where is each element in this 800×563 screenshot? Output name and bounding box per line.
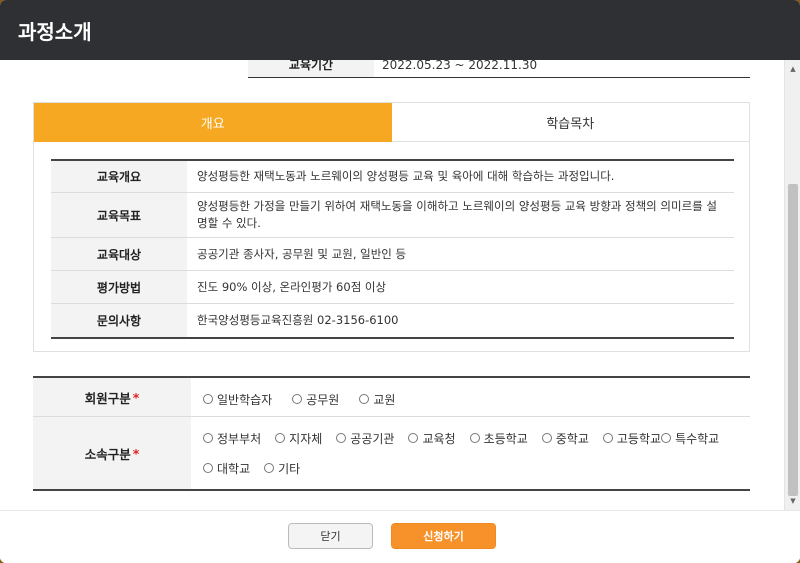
radio-civil-servant[interactable]: 공무원	[292, 388, 339, 410]
scroll-up-icon[interactable]: ▲	[785, 62, 800, 76]
close-button[interactable]: 닫기	[288, 523, 373, 549]
radio-circle-icon[interactable]	[203, 433, 213, 443]
radio-circle-icon[interactable]	[203, 394, 213, 404]
course-tabs-panel: 개요 학습목차 교육개요 양성평등한 재택노동과 노르웨이의 양성평등 교육 및…	[33, 102, 750, 352]
radio-circle-icon[interactable]	[661, 433, 672, 443]
radio-circle-icon[interactable]	[408, 433, 419, 443]
affiliation-options: 정부부처 지자체 공공기관 교육청 초등학교 중학교 고등학교 특수학교 대학교…	[191, 417, 750, 489]
radio-other[interactable]: 기타	[264, 457, 300, 479]
radio-education-office[interactable]: 교육청	[408, 427, 456, 449]
info-label: 교육목표	[51, 193, 187, 237]
required-mark: *	[132, 389, 140, 405]
info-value: 한국양성평등교육진흥원 02-3156-6100	[197, 313, 399, 327]
member-type-label: 회원구분 *	[33, 378, 191, 416]
affiliation-row: 소속구분 * 정부부처 지자체 공공기관 교육청 초등학교 중학교 고등학교 특수…	[33, 417, 750, 489]
scrollbar-thumb[interactable]	[788, 184, 798, 496]
radio-ministry[interactable]: 정부부처	[203, 427, 261, 449]
tab-bar: 개요 학습목차	[34, 103, 749, 142]
radio-elementary-school[interactable]: 초등학교	[469, 427, 528, 449]
info-value: 공공기관 종사자, 공무원 및 교원, 일반인 등	[197, 246, 407, 261]
info-label: 교육개요	[51, 161, 187, 192]
radio-teacher[interactable]: 교원	[359, 388, 395, 410]
radio-circle-icon[interactable]	[602, 433, 613, 443]
course-info-table: 교육개요 양성평등한 재택노동과 노르웨이의 양성평등 교육 및 육아에 대해 …	[51, 159, 734, 339]
period-label: 교육기간	[248, 60, 374, 77]
member-type-options: 일반학습자 공무원 교원	[191, 378, 750, 416]
application-form: 회원구분 * 일반학습자 공무원 교원 소속구분 * 정부부처 지자체 공공기관 교…	[33, 376, 750, 491]
info-row-contact: 문의사항 한국양성평등교육진흥원 02-3156-6100	[51, 304, 734, 337]
radio-public-institution[interactable]: 공공기관	[336, 427, 394, 449]
radio-high-school[interactable]: 고등학교	[602, 427, 661, 449]
info-label: 교육대상	[51, 238, 187, 270]
modal-scrollbar[interactable]: ▲ ▼	[784, 60, 800, 510]
radio-circle-icon[interactable]	[203, 463, 213, 473]
member-type-row: 회원구분 * 일반학습자 공무원 교원	[33, 378, 750, 417]
radio-circle-icon[interactable]	[275, 433, 286, 443]
radio-middle-school[interactable]: 중학교	[541, 427, 589, 449]
modal-footer: 닫기 신청하기	[0, 510, 800, 563]
radio-circle-icon[interactable]	[336, 433, 347, 443]
modal-header: 과정소개	[0, 0, 800, 60]
course-intro-modal: 과정소개 교육기간 2022.05.23 ~ 2022.11.30 개요 학습목…	[0, 0, 800, 563]
radio-circle-icon[interactable]	[541, 433, 552, 443]
info-value: 양성평등한 가정을 만들기 위하여 재택노동을 이해하고 노르웨이의 양성평등 …	[197, 199, 717, 230]
info-row-target: 교육대상 공공기관 종사자, 공무원 및 교원, 일반인 등	[51, 238, 734, 271]
radio-circle-icon[interactable]	[264, 463, 275, 473]
info-value: 진도 90% 이상, 온라인평가 60점 이상	[197, 279, 387, 294]
info-row-goal: 교육목표 양성평등한 가정을 만들기 위하여 재택노동을 이해하고 노르웨이의 …	[51, 193, 734, 238]
apply-button[interactable]: 신청하기	[391, 523, 496, 549]
radio-local-government[interactable]: 지자체	[275, 427, 322, 449]
info-label: 문의사항	[51, 304, 187, 337]
radio-circle-icon[interactable]	[469, 433, 480, 443]
modal-title: 과정소개	[18, 19, 92, 44]
radio-university[interactable]: 대학교	[203, 457, 250, 479]
required-mark: *	[132, 445, 140, 461]
radio-special-school[interactable]: 특수학교	[661, 427, 719, 449]
info-label: 평가방법	[51, 271, 187, 303]
scroll-down-icon[interactable]: ▼	[785, 494, 800, 508]
radio-general-learner[interactable]: 일반학습자	[203, 388, 272, 410]
tab-overview[interactable]: 개요	[34, 103, 392, 142]
info-row-overview: 교육개요 양성평등한 재택노동과 노르웨이의 양성평등 교육 및 육아에 대해 …	[51, 161, 734, 193]
tab-curriculum[interactable]: 학습목차	[391, 103, 749, 142]
info-row-evaluation: 평가방법 진도 90% 이상, 온라인평가 60점 이상	[51, 271, 734, 304]
radio-circle-icon[interactable]	[292, 394, 303, 404]
period-row: 교육기간 2022.05.23 ~ 2022.11.30	[248, 60, 750, 78]
info-value: 양성평등한 재택노동과 노르웨이의 양성평등 교육 및 육아에 대해 학습하는 …	[197, 169, 615, 183]
affiliation-label: 소속구분 *	[33, 417, 191, 489]
modal-body[interactable]: 교육기간 2022.05.23 ~ 2022.11.30 개요 학습목차 교육개…	[0, 60, 784, 510]
period-value: 2022.05.23 ~ 2022.11.30	[382, 60, 538, 72]
radio-circle-icon[interactable]	[359, 394, 370, 404]
